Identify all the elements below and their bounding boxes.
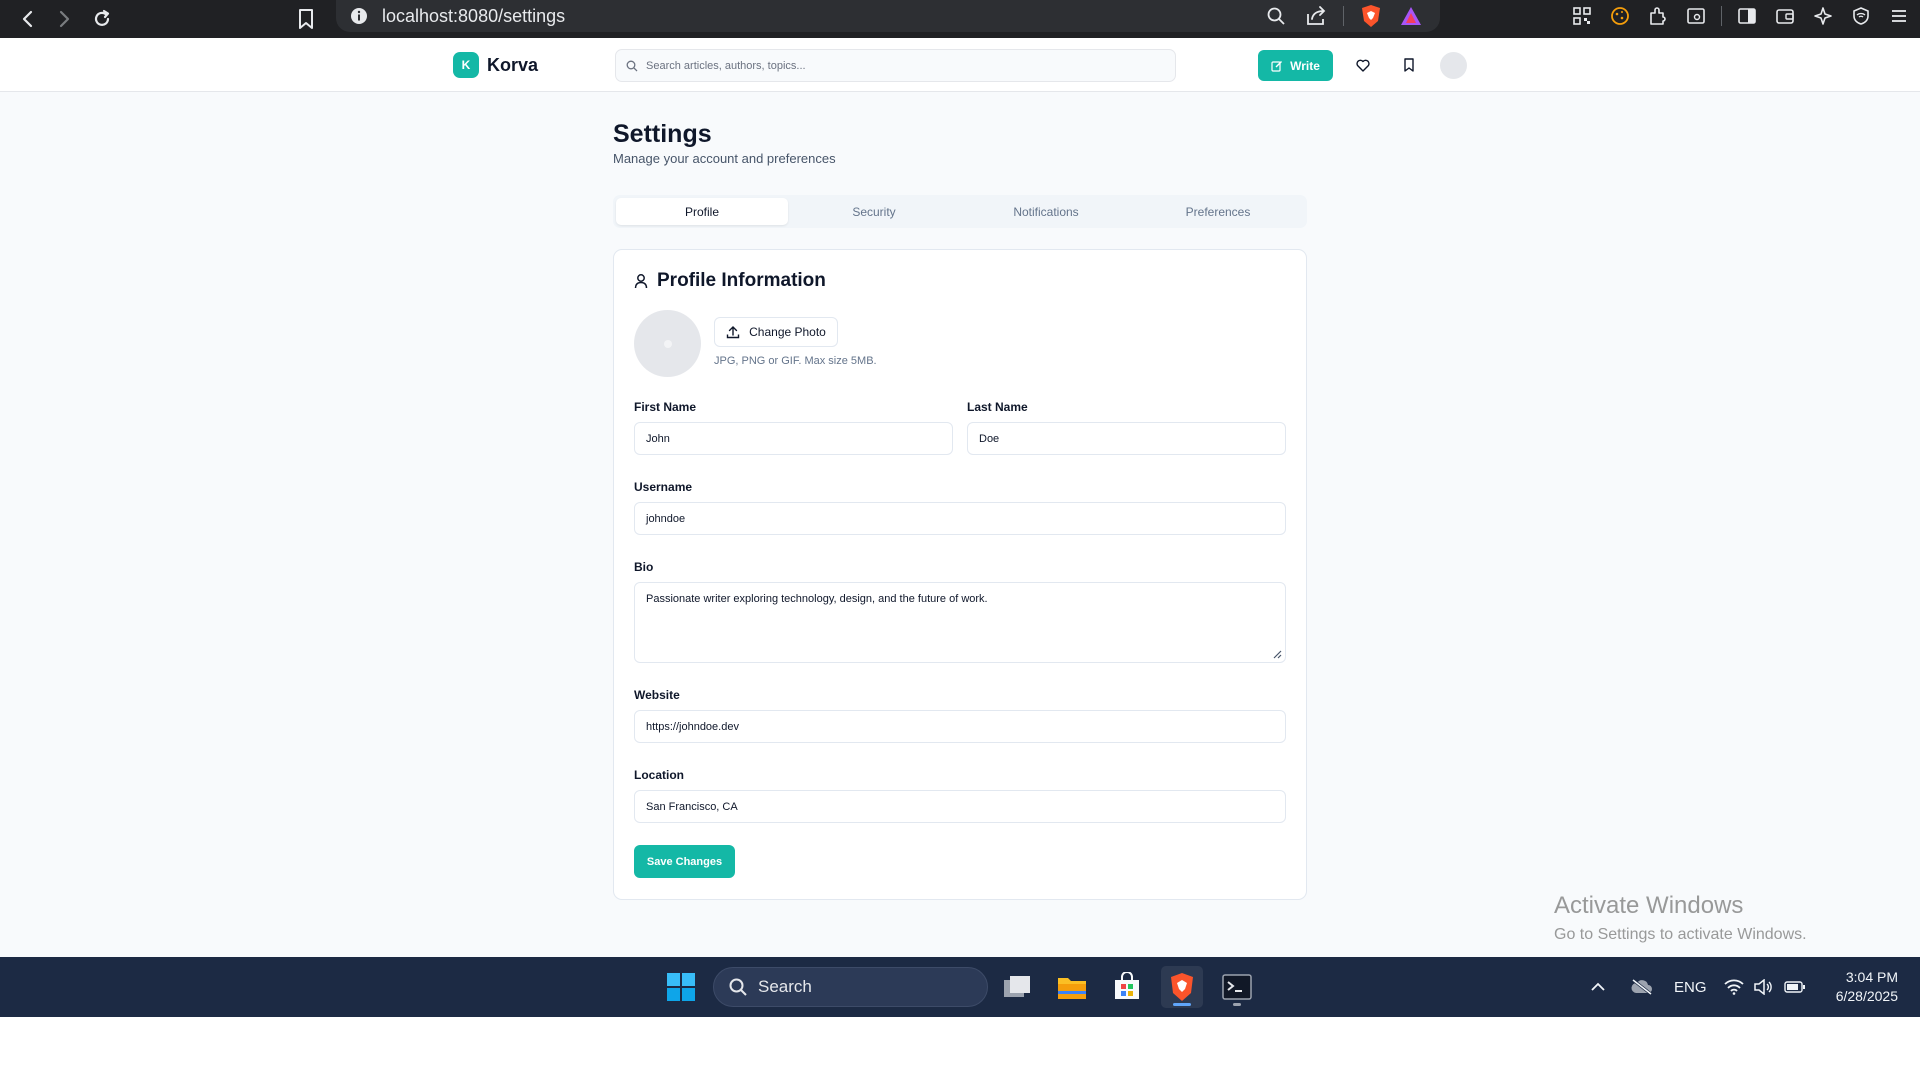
card-title: Profile Information (634, 270, 826, 292)
url-text: localhost:8080/settings (382, 5, 566, 26)
heart-icon[interactable] (1353, 55, 1373, 75)
location-label: Location (634, 768, 684, 782)
show-hidden-icons-icon[interactable] (1590, 957, 1606, 1017)
store-icon[interactable] (1106, 966, 1148, 1008)
write-button[interactable]: Write (1258, 50, 1333, 81)
vpn-icon[interactable] (1848, 3, 1874, 29)
first-name-label: First Name (634, 400, 697, 414)
volume-icon[interactable] (1754, 957, 1772, 1017)
username-label: Username (634, 480, 693, 494)
sidebar-icon[interactable] (1734, 3, 1760, 29)
settings-tabs: Profile Security Notifications Preferenc… (613, 195, 1307, 228)
leo-ai-icon[interactable] (1810, 3, 1836, 29)
profile-heading: Profile Information (657, 270, 826, 291)
tab-profile[interactable]: Profile (616, 198, 788, 225)
bookmark-icon[interactable] (288, 0, 324, 38)
page-content: K Korva Search articles, authors, topics… (0, 38, 1920, 957)
divider (1343, 6, 1344, 26)
website-label: Website (634, 688, 680, 702)
search-icon (626, 60, 638, 72)
file-explorer-icon[interactable] (1051, 966, 1093, 1008)
bio-textarea[interactable]: Passionate writer exploring technology, … (634, 582, 1286, 663)
website-field[interactable]: https://johndoe.dev (634, 710, 1286, 743)
share-icon[interactable] (1303, 3, 1329, 29)
forward-icon[interactable] (46, 0, 82, 38)
user-icon (634, 273, 648, 289)
tab-security[interactable]: Security (788, 198, 960, 225)
tab-preferences[interactable]: Preferences (1132, 198, 1304, 225)
brave-rewards-icon[interactable] (1398, 3, 1424, 29)
cookie-icon[interactable] (1607, 3, 1633, 29)
wallet-icon[interactable] (1772, 3, 1798, 29)
taskbar-search-label: Search (758, 977, 812, 996)
back-icon[interactable] (10, 0, 46, 38)
brave-browser-icon[interactable] (1161, 966, 1203, 1008)
language-indicator[interactable]: ENG (1674, 957, 1707, 1017)
profile-card: Profile Information Change Photo JPG, PN… (613, 249, 1307, 900)
watermark-title: Activate Windows (1554, 892, 1744, 919)
photo-hint: JPG, PNG or GIF. Max size 5MB. (714, 355, 877, 367)
onedrive-offline-icon[interactable] (1630, 957, 1654, 1017)
watermark-subtitle: Go to Settings to activate Windows. (1554, 926, 1807, 943)
bio-text: Passionate writer exploring technology, … (646, 593, 988, 605)
brave-shields-icon[interactable] (1358, 3, 1384, 29)
search-input[interactable]: Search articles, authors, topics... (615, 49, 1176, 82)
upload-icon (726, 325, 740, 339)
site-info-icon[interactable] (350, 7, 368, 25)
page-title: Settings (613, 120, 712, 148)
system-clock[interactable]: 3:04 PM 6/28/2025 (1836, 968, 1898, 1006)
task-view-icon[interactable] (996, 966, 1038, 1008)
activation-watermark: Activate Windows Go to Settings to activ… (1554, 892, 1807, 944)
change-photo-button[interactable]: Change Photo (714, 317, 838, 347)
first-name-field[interactable]: John (634, 422, 953, 455)
menu-icon[interactable] (1886, 3, 1912, 29)
search-placeholder: Search articles, authors, topics... (646, 59, 806, 72)
logo-badge: K (453, 52, 479, 78)
save-changes-button[interactable]: Save Changes (634, 845, 735, 878)
last-name-label: Last Name (967, 400, 1028, 414)
zoom-icon[interactable] (1263, 3, 1289, 29)
battery-icon[interactable] (1784, 957, 1806, 1017)
tab-notifications[interactable]: Notifications (960, 198, 1132, 225)
qr-code-icon[interactable] (1569, 3, 1595, 29)
page-subtitle: Manage your account and preferences (613, 151, 836, 166)
extensions-icon[interactable] (1645, 3, 1671, 29)
location-field[interactable]: San Francisco, CA (634, 790, 1286, 823)
wifi-icon[interactable] (1724, 957, 1744, 1017)
profile-photo (634, 310, 701, 377)
bookmark-icon[interactable] (1399, 55, 1419, 75)
resize-handle-icon[interactable] (1273, 650, 1282, 659)
bio-label: Bio (634, 560, 654, 574)
edit-icon (1271, 60, 1283, 72)
change-photo-label: Change Photo (749, 325, 826, 339)
user-avatar[interactable] (1440, 52, 1467, 79)
divider (1721, 6, 1722, 26)
reader-icon[interactable] (1683, 3, 1709, 29)
browser-toolbar: localhost:8080/settings (0, 0, 1920, 38)
start-windows-icon[interactable] (660, 966, 702, 1008)
search-icon (728, 977, 748, 997)
terminal-icon[interactable] (1216, 966, 1258, 1008)
app-logo[interactable]: K Korva (453, 52, 538, 78)
last-name-field[interactable]: Doe (967, 422, 1286, 455)
reload-icon[interactable] (84, 0, 120, 38)
username-field[interactable]: johndoe (634, 502, 1286, 535)
blank-area (0, 1017, 1920, 1080)
taskbar: Search ENG 3:04 PM 6/28/2025 (0, 957, 1920, 1017)
clock-time: 3:04 PM (1845, 969, 1898, 985)
app-header: K Korva Search articles, authors, topics… (0, 38, 1920, 92)
brand-name: Korva (487, 54, 539, 75)
write-label: Write (1290, 58, 1320, 73)
clock-date: 6/28/2025 (1835, 988, 1898, 1004)
address-bar[interactable]: localhost:8080/settings (336, 0, 1440, 32)
taskbar-search[interactable]: Search (713, 967, 988, 1007)
